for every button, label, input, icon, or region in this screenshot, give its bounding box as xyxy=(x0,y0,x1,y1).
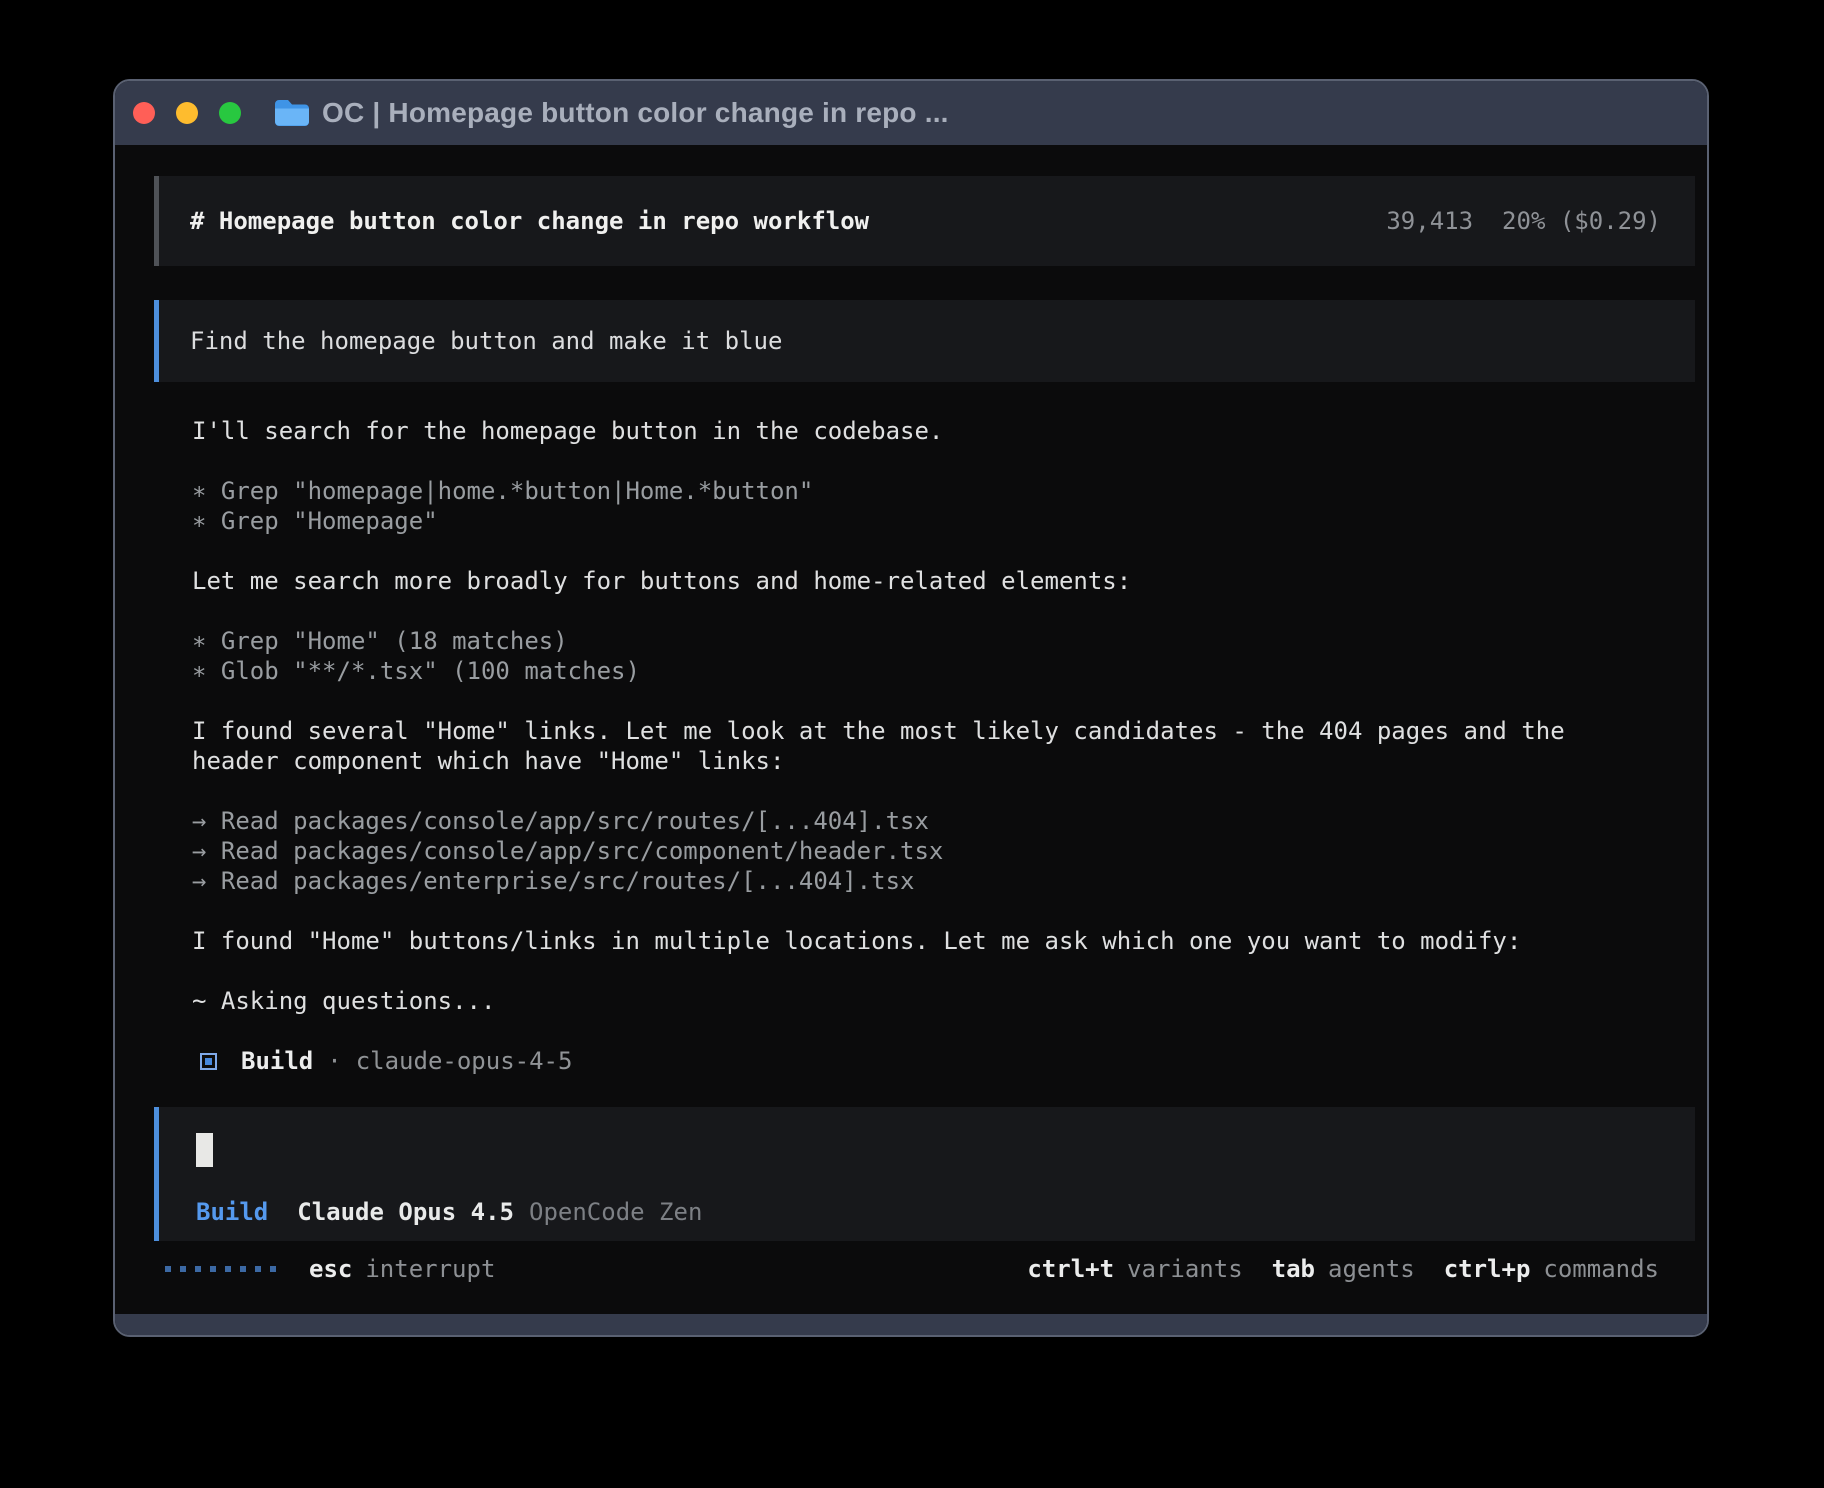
assistant-text-line: I'll search for the homepage button in t… xyxy=(192,416,1652,446)
spinner-dots-icon xyxy=(165,1266,276,1272)
blank-line xyxy=(192,596,1652,626)
shortcut-label: variants xyxy=(1127,1254,1243,1284)
agent-model: claude-opus-4-5 xyxy=(356,1046,573,1076)
input-provider-label: OpenCode Zen xyxy=(529,1197,702,1227)
shortcut-label: agents xyxy=(1328,1254,1415,1284)
assistant-transcript: I'll search for the homepage button in t… xyxy=(192,416,1652,1016)
assistant-text-line: Let me search more broadly for buttons a… xyxy=(192,566,1652,596)
session-header: # Homepage button color change in repo w… xyxy=(154,176,1695,266)
window-controls xyxy=(133,102,241,124)
tool-call-line: → Read packages/console/app/src/componen… xyxy=(192,836,1652,866)
assistant-text-line: I found several "Home" links. Let me loo… xyxy=(192,716,1652,776)
terminal-window: OC | Homepage button color change in rep… xyxy=(113,79,1709,1337)
status-left: esc interrupt xyxy=(165,1254,495,1284)
close-button[interactable] xyxy=(133,102,155,124)
blank-line xyxy=(192,446,1652,476)
tool-call-line: → Read packages/enterprise/src/routes/[.… xyxy=(192,866,1652,896)
title-group: OC | Homepage button color change in rep… xyxy=(273,97,949,129)
build-square-icon xyxy=(200,1053,217,1070)
input-meta: Build Claude Opus 4.5 OpenCode Zen xyxy=(196,1197,702,1227)
shortcut-key: ctrl+p xyxy=(1444,1254,1531,1284)
spinner-dot xyxy=(270,1266,276,1272)
tool-call-line: ∗ Grep "Homepage" xyxy=(192,506,1652,536)
shortcut-hint: ctrl+t variants xyxy=(1027,1254,1242,1284)
prompt-input[interactable]: Build Claude Opus 4.5 OpenCode Zen xyxy=(154,1107,1695,1241)
window-footer xyxy=(115,1314,1707,1335)
tool-call-line: ∗ Grep "homepage|home.*button|Home.*butt… xyxy=(192,476,1652,506)
spinner-dot xyxy=(165,1266,171,1272)
shortcut-label: commands xyxy=(1543,1254,1659,1284)
blank-line xyxy=(192,956,1652,986)
spinner-dot xyxy=(225,1266,231,1272)
spinner-dot xyxy=(195,1266,201,1272)
shortcut-hint: tab agents xyxy=(1272,1254,1415,1284)
agent-separator: · xyxy=(327,1046,341,1076)
tool-call-line: ∗ Glob "**/*.tsx" (100 matches) xyxy=(192,656,1652,686)
folder-icon xyxy=(273,98,309,128)
agent-status-line: Build · claude-opus-4-5 xyxy=(192,1046,572,1076)
tool-call-line: ∗ Grep "Home" (18 matches) xyxy=(192,626,1652,656)
window-title: OC | Homepage button color change in rep… xyxy=(322,97,949,129)
token-count: 39,413 xyxy=(1386,207,1473,235)
agent-name: Build xyxy=(241,1046,313,1076)
zoom-button[interactable] xyxy=(219,102,241,124)
session-title: # Homepage button color change in repo w… xyxy=(190,206,869,236)
session-stats: 39,413 20% ($0.29) xyxy=(1386,206,1661,236)
blank-line xyxy=(192,686,1652,716)
terminal-content: # Homepage button color change in repo w… xyxy=(115,145,1707,1314)
user-message-text: Find the homepage button and make it blu… xyxy=(190,326,782,356)
spinner-dot xyxy=(240,1266,246,1272)
esc-key-hint: esc xyxy=(309,1254,352,1284)
spinner-dot xyxy=(180,1266,186,1272)
tool-call-line: → Read packages/console/app/src/routes/[… xyxy=(192,806,1652,836)
user-message: Find the homepage button and make it blu… xyxy=(154,300,1695,382)
status-bar: esc interrupt ctrl+tvariantstabagentsctr… xyxy=(165,1254,1659,1284)
window-titlebar[interactable]: OC | Homepage button color change in rep… xyxy=(115,81,1707,145)
input-model-label[interactable]: Claude Opus 4.5 xyxy=(297,1197,514,1227)
interrupt-label: interrupt xyxy=(365,1254,495,1284)
input-mode-label[interactable]: Build xyxy=(196,1197,268,1227)
shortcut-key: tab xyxy=(1272,1254,1315,1284)
spinner-dot xyxy=(210,1266,216,1272)
minimize-button[interactable] xyxy=(176,102,198,124)
blank-line xyxy=(192,536,1652,566)
assistant-text-line: ~ Asking questions... xyxy=(192,986,1652,1016)
blank-line xyxy=(192,776,1652,806)
status-shortcuts: ctrl+t variants tab agents ctrl+p commands xyxy=(1027,1254,1659,1284)
assistant-text-line: I found "Home" buttons/links in multiple… xyxy=(192,926,1652,956)
context-cost: 20% ($0.29) xyxy=(1502,207,1661,235)
text-cursor xyxy=(196,1133,213,1167)
spinner-dot xyxy=(255,1266,261,1272)
shortcut-hint: ctrl+p commands xyxy=(1444,1254,1659,1284)
shortcut-key: ctrl+t xyxy=(1027,1254,1114,1284)
blank-line xyxy=(192,896,1652,926)
